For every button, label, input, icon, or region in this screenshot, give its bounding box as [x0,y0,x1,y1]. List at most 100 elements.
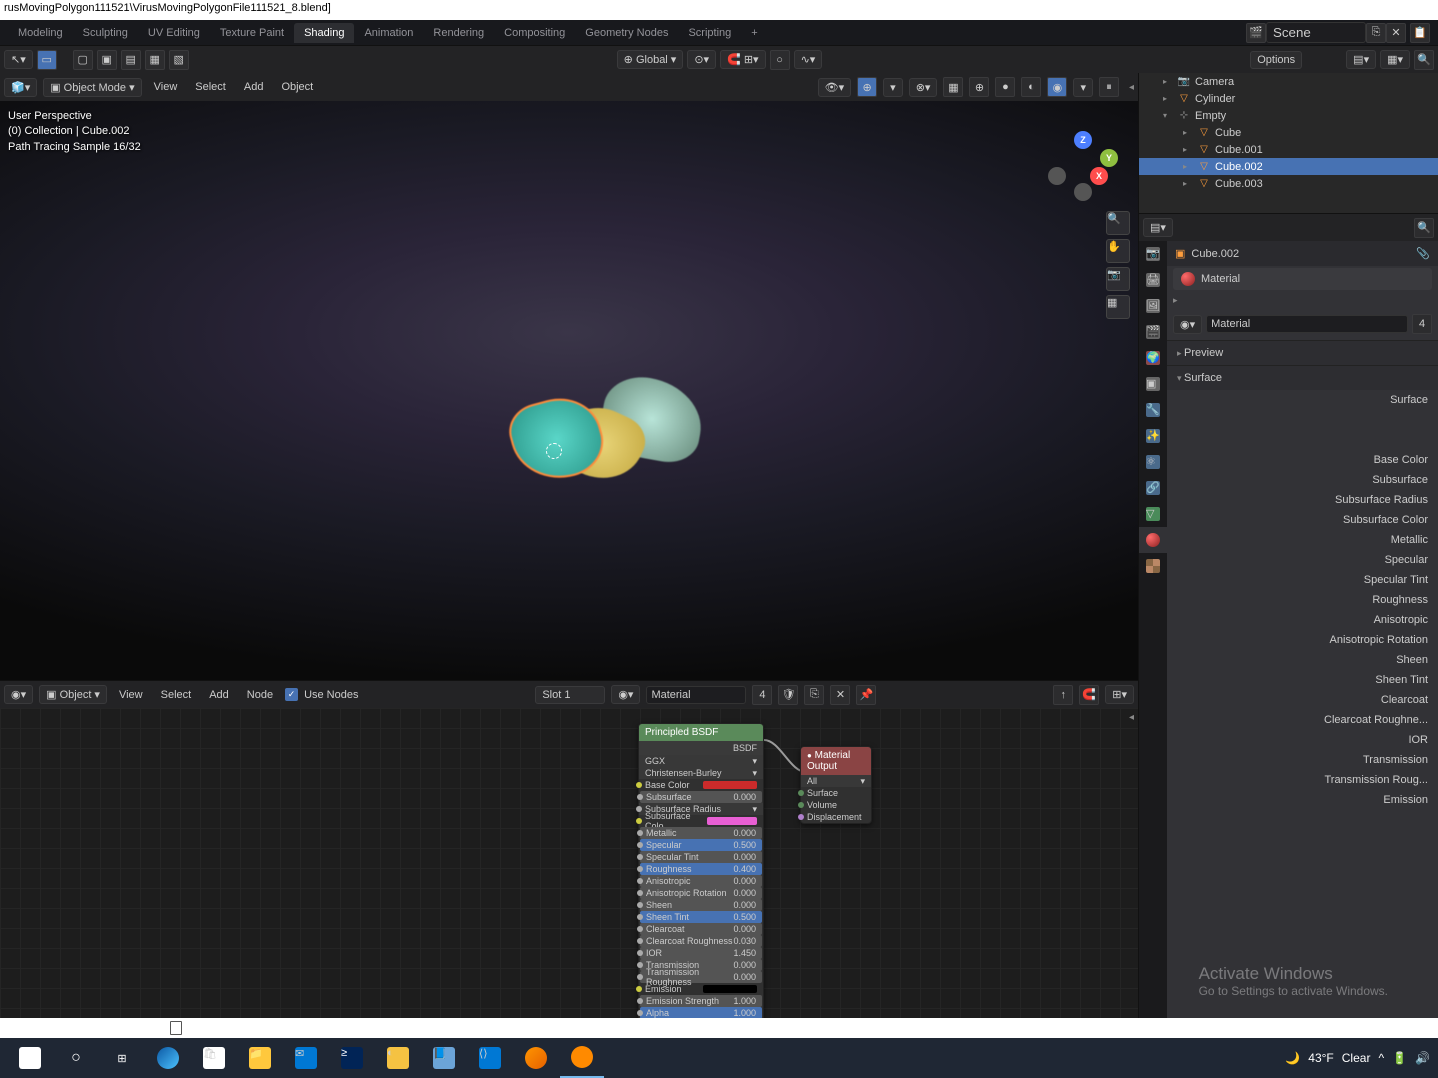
node-input-subsurface-colo[interactable]: Subsurface Colo [639,815,763,827]
shading-wireframe-icon[interactable]: ⊕ [969,77,989,97]
pin-icon[interactable]: 📌 [856,685,876,705]
material-unlink-icon[interactable]: ✕ [830,685,850,705]
node-add-menu[interactable]: Add [203,689,235,701]
outliner-item-camera[interactable]: ▸📷Camera [1139,73,1438,90]
pivot-dropdown[interactable]: ⊙▾ [687,50,716,69]
tray-icon2[interactable]: 🔊 [1415,1051,1430,1065]
viewlayer-icon[interactable]: 📋 [1410,23,1430,43]
options-dropdown[interactable]: Options [1250,51,1302,69]
fake-user-icon[interactable]: 🛡 [778,685,798,705]
node-input-emission[interactable]: Emission [639,983,763,995]
node-input-anisotropic[interactable]: Anisotropic0.000 [640,875,762,887]
tab-compositing[interactable]: Compositing [494,23,575,43]
disclosure-icon[interactable]: ▸ [1183,128,1193,137]
prop-tab-physics[interactable]: ⚛ [1139,449,1167,475]
prop-tab-output[interactable]: 🖨 [1139,267,1167,293]
task-view-button[interactable]: ⊞ [100,1038,144,1078]
select-mode-4-icon[interactable]: ▦ [145,50,165,70]
proportional-falloff[interactable]: ∿▾ [794,50,823,69]
select-mode-3-icon[interactable]: ▤ [121,50,141,70]
xray-icon[interactable]: ▦ [943,77,963,97]
edge-icon[interactable] [146,1038,190,1078]
prop-row-clearcoat-roughne-[interactable]: Clearcoat Roughne... [1167,710,1438,730]
disclosure-icon[interactable]: ▸ [1183,145,1193,154]
node-header[interactable]: ● Material Output [801,747,871,775]
node-input-roughness[interactable]: Roughness0.400 [640,863,762,875]
gizmo-z-axis[interactable]: Z [1074,131,1092,149]
node-mode-dropdown[interactable]: ▣ Object ▾ [39,685,107,704]
prop-row-specular-tint[interactable]: Specular Tint [1167,570,1438,590]
node-input-clearcoat[interactable]: Clearcoat0.000 [640,923,762,935]
gizmo-dropdown[interactable]: ▾ [883,78,903,97]
node-input-clearcoat-roughness[interactable]: Clearcoat Roughness0.030 [640,935,762,947]
app-icon-2[interactable]: 📘 [422,1038,466,1078]
tab-sculpting[interactable]: Sculpting [73,23,138,43]
node-input-specular[interactable]: Specular0.500 [640,839,762,851]
node-input-ior[interactable]: IOR1.450 [640,947,762,959]
prop-row-subsurface-color[interactable]: Subsurface Color [1167,510,1438,530]
tab-geometrynodes[interactable]: Geometry Nodes [575,23,678,43]
node-select-menu[interactable]: Select [155,689,198,701]
select-mode-5-icon[interactable]: ▧ [169,50,189,70]
visibility-dropdown[interactable]: 👁▾ [818,78,852,97]
node-output-bsdf[interactable]: BSDF [639,741,763,755]
tab-animation[interactable]: Animation [354,23,423,43]
scene-name-input[interactable] [1266,22,1366,43]
node-header[interactable]: Principled BSDF [639,724,763,741]
panel-surface[interactable]: Surface [1167,365,1438,390]
prop-row-specular[interactable]: Specular [1167,550,1438,570]
tray-chevron-icon[interactable]: ^ [1378,1051,1384,1065]
tab-modeling[interactable]: Modeling [8,23,73,43]
node-input-sheen-tint[interactable]: Sheen Tint0.500 [640,911,762,923]
prop-row-subsurface-radius[interactable]: Subsurface Radius [1167,490,1438,510]
material-browse-icon[interactable]: ◉▾ [611,685,640,704]
pan-icon[interactable]: ✋ [1106,239,1130,263]
prop-row-transmission-roug-[interactable]: Transmission Roug... [1167,770,1438,790]
view-menu[interactable]: View [148,81,184,93]
shading-rendered-icon[interactable]: ◉ [1047,77,1067,97]
prop-tab-scene[interactable]: 🎬 [1139,319,1167,345]
tab-texturepaint[interactable]: Texture Paint [210,23,294,43]
shading-solid-icon[interactable]: ● [995,77,1015,97]
outliner-item-cube-001[interactable]: ▸▽Cube.001 [1139,141,1438,158]
node-target-select[interactable]: All▾ [801,775,871,787]
props-display-dropdown[interactable]: ▤▾ [1143,218,1173,237]
tray-icon[interactable]: 🔋 [1392,1051,1407,1065]
prop-row-sheen[interactable]: Sheen [1167,650,1438,670]
prop-tab-world[interactable]: 🌍 [1139,345,1167,371]
material-users-count[interactable]: 4 [752,685,772,705]
gizmo-neg-axis[interactable] [1048,167,1066,185]
props-search-icon[interactable]: 🔍 [1414,218,1434,238]
prop-tab-data[interactable]: ▽ [1139,501,1167,527]
zoom-icon[interactable]: 🔍 [1106,211,1130,235]
mail-icon[interactable]: ✉ [284,1038,328,1078]
tab-uvediting[interactable]: UV Editing [138,23,210,43]
start-button[interactable] [8,1038,52,1078]
orientation-dropdown[interactable]: ⊕ Global ▾ [617,50,684,69]
proportional-icon[interactable]: ○ [770,50,790,70]
disclosure-icon[interactable]: ▸ [1163,77,1173,86]
nav-gizmo[interactable]: Z Y X [1048,131,1118,201]
outliner[interactable]: ▸📷Camera▸▽Cylinder▾⊹Empty▸▽Cube▸▽Cube.00… [1139,73,1438,213]
snap-node-dropdown[interactable]: ⊞▾ [1105,685,1134,704]
store-icon[interactable]: 🛍 [192,1038,236,1078]
node-input-sheen[interactable]: Sheen0.000 [640,899,762,911]
editor-type-3dview[interactable]: 🧊▾ [4,78,37,97]
system-tray[interactable]: 🌙 43°F Clear ^ 🔋 🔊 [1285,1051,1430,1065]
color-swatch[interactable] [707,817,757,825]
pause-render-icon[interactable]: ⏸ [1099,77,1119,97]
prop-tab-constraints[interactable]: 🔗 [1139,475,1167,501]
outliner-filter-dropdown[interactable]: ▤▾ [1346,50,1376,69]
sidebar-toggle-icon[interactable]: ◂ [1129,82,1134,93]
node-input-anisotropic-rotation[interactable]: Anisotropic Rotation0.000 [640,887,762,899]
outliner-item-cylinder[interactable]: ▸▽Cylinder [1139,90,1438,107]
disclosure-icon[interactable]: ▾ [1163,111,1173,120]
node-input-volume[interactable]: Volume [801,799,871,811]
scene-new-icon[interactable]: ⎘ [1366,23,1386,43]
sidebar-toggle-icon[interactable]: ◂ [1129,712,1134,723]
outliner-item-cube-003[interactable]: ▸▽Cube.003 [1139,175,1438,192]
firefox-icon[interactable] [514,1038,558,1078]
disclosure-icon[interactable]: ▸ [1183,179,1193,188]
prop-row-base-color[interactable]: Base Color [1167,450,1438,470]
vscode-icon[interactable]: ⟨⟩ [468,1038,512,1078]
